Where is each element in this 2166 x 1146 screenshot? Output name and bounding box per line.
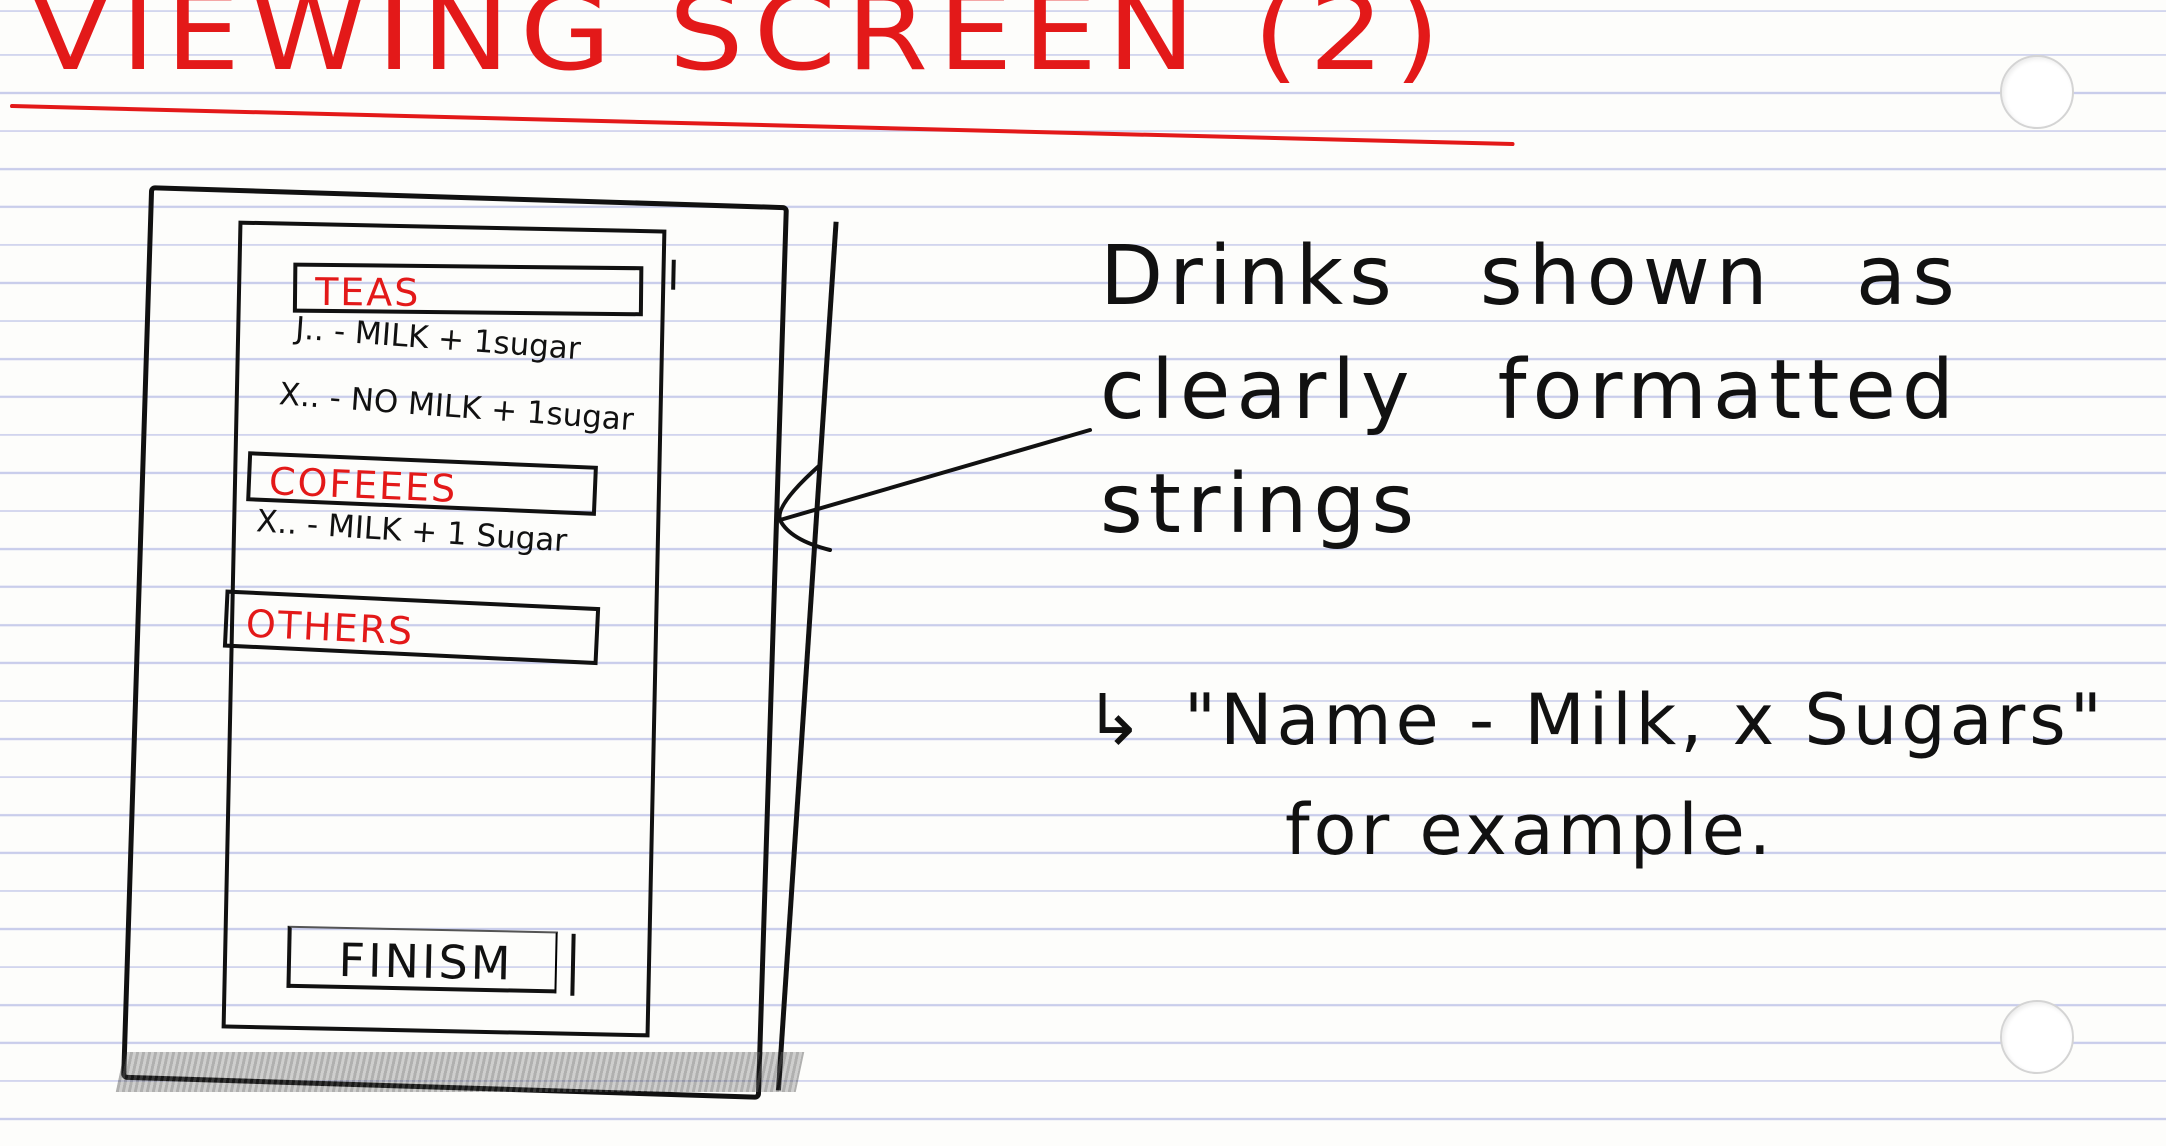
category-label: COFEEES xyxy=(268,459,459,511)
viewing-screen-mockup: TEAS J.. - MILK + 1sugar X.. - NO MILK +… xyxy=(221,220,676,1038)
page-title: VIEWING SCREEN (2) xyxy=(30,0,1451,95)
drink-list-item[interactable]: X.. - NO MILK + 1sugar xyxy=(278,376,635,438)
annotation-note: Drinks shown as clearly formatted string… xyxy=(1100,229,1961,552)
category-others-header[interactable]: OTHERS xyxy=(222,589,601,666)
annotation-example: ↳ "Name - Milk, x Sugars" for example. xyxy=(1085,665,2155,885)
pointer-arrow xyxy=(777,428,1092,552)
example-suffix: for example. xyxy=(1285,789,1776,871)
scrollbar[interactable] xyxy=(671,259,676,290)
punch-hole-bottom xyxy=(2000,1000,2074,1074)
arrow-right-icon: ↳ xyxy=(1085,679,1148,761)
device-shadow xyxy=(115,1052,805,1092)
category-label: TEAS xyxy=(314,269,421,315)
finish-button[interactable]: FINISM xyxy=(286,925,558,994)
category-teas-header[interactable]: TEAS xyxy=(292,262,644,317)
example-quote: "Name - Milk, x Sugars" xyxy=(1183,679,2106,761)
punch-hole-top xyxy=(2000,55,2074,129)
category-label: OTHERS xyxy=(244,601,416,654)
drink-list-item[interactable]: J.. - MILK + 1sugar xyxy=(294,310,582,367)
